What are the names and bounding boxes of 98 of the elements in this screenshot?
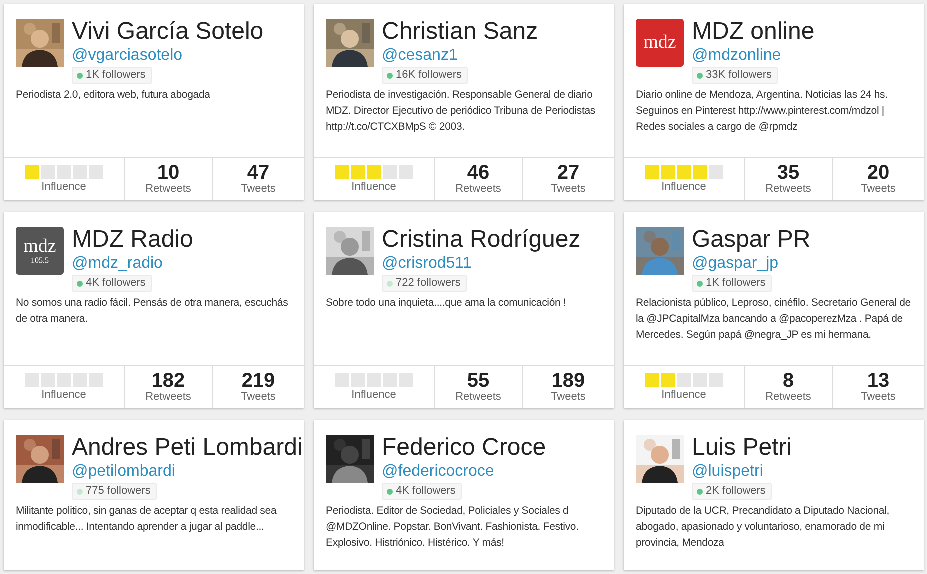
influence-square bbox=[41, 372, 55, 386]
followers-count: 1K followers bbox=[86, 69, 146, 82]
influence-square bbox=[367, 164, 381, 178]
followers-count: 4K followers bbox=[396, 485, 456, 498]
profile-name[interactable]: Vivi García Sotelo bbox=[72, 18, 264, 46]
profile-name[interactable]: Cristina Rodríguez bbox=[382, 226, 581, 254]
profile-name[interactable]: MDZ online bbox=[692, 18, 815, 46]
stat-value: 20 bbox=[867, 162, 890, 182]
influence-square bbox=[661, 164, 675, 178]
stat-value: 10 bbox=[157, 162, 180, 182]
influence-square bbox=[709, 164, 723, 178]
profile-handle[interactable]: @mdz_radio bbox=[72, 254, 163, 274]
influence-square bbox=[709, 372, 723, 386]
followers-count: 722 followers bbox=[396, 277, 461, 290]
profile-bio: Militante politico, sin ganas de aceptar q esta realidad sea inmodificable... Intentando aprender a jugar al paddle... bbox=[15, 504, 278, 535]
influence-square bbox=[693, 164, 707, 178]
stat-value: 35 bbox=[777, 162, 800, 182]
stat-label: Tweets bbox=[551, 390, 586, 404]
influence-square bbox=[677, 164, 691, 178]
stat-value: 47 bbox=[247, 162, 270, 182]
influence-square bbox=[25, 164, 39, 178]
stat-label: Influence bbox=[352, 388, 396, 402]
influence-square bbox=[693, 372, 707, 386]
influence-square bbox=[335, 164, 349, 178]
followers-count: 33K followers bbox=[706, 69, 772, 82]
stat-value: 8 bbox=[782, 370, 794, 390]
profile-name[interactable]: Andres Peti Lombardi bbox=[72, 434, 303, 462]
profile-bio: No somos una radio fácil. Pensás de otra manera, escuchás de otra manera. bbox=[15, 296, 290, 327]
influence-square bbox=[25, 372, 39, 386]
profile-handle[interactable]: @crisrod511 bbox=[382, 254, 472, 274]
profile-bio: Diario online de Mendoza, Argentina. Noticias las 24 hs. Seguinos en Pinterest http://www.pinterest.com/mdzol | Redes sociales a cargo de @rpmdz bbox=[635, 88, 889, 135]
stat-label: Influence bbox=[42, 388, 86, 402]
stat-value: 55 bbox=[467, 370, 490, 390]
profile-name[interactable]: Christian Sanz bbox=[382, 18, 538, 46]
followers-count: 775 followers bbox=[86, 485, 151, 498]
stat-label: Influence bbox=[352, 180, 396, 194]
influence-square bbox=[89, 372, 103, 386]
followers-count: 1K followers bbox=[706, 277, 766, 290]
stat-value: 27 bbox=[557, 162, 580, 182]
followers-count: 16K followers bbox=[396, 69, 462, 82]
stat-label: Retweets bbox=[766, 182, 812, 196]
influence-square bbox=[351, 372, 365, 386]
stat-label: Retweets bbox=[456, 182, 502, 196]
profile-name[interactable]: Luis Petri bbox=[692, 434, 792, 462]
logo: mdz 105.5 bbox=[16, 227, 64, 275]
logo: mdz bbox=[636, 19, 684, 67]
profile-handle[interactable]: @cesanz1 bbox=[382, 46, 458, 66]
stat-value: 219 bbox=[242, 370, 276, 390]
stat-value: 189 bbox=[552, 370, 586, 390]
influence-square bbox=[367, 372, 381, 386]
influence-square bbox=[73, 372, 87, 386]
profile-handle[interactable]: @gaspar_jp bbox=[692, 254, 779, 274]
profile-bio: Sobre todo una inquieta....que ama la comunicación ! bbox=[325, 296, 568, 311]
influence-square bbox=[645, 372, 659, 386]
stat-label: Tweets bbox=[241, 390, 276, 404]
profile-name[interactable]: Gaspar PR bbox=[692, 226, 811, 254]
influence-square bbox=[645, 164, 659, 178]
influence-square bbox=[89, 164, 103, 178]
stat-value: 13 bbox=[867, 370, 890, 390]
stat-label: Influence bbox=[662, 388, 706, 402]
profile-bio: Periodista. Editor de Sociedad, Policiales y Sociales d @MDZOnline. Popstar. BonVivant. Fashionista. Festivo. Explosivo. Histriónico. Histérico. Y más! bbox=[325, 504, 580, 551]
influence-square bbox=[351, 164, 365, 178]
profile-handle[interactable]: @petilombardi bbox=[72, 462, 176, 482]
stat-label: Tweets bbox=[241, 182, 276, 196]
influence-square bbox=[399, 164, 413, 178]
influence-square bbox=[57, 164, 71, 178]
influence-square bbox=[399, 372, 413, 386]
profile-handle[interactable]: @mdzonline bbox=[692, 46, 782, 66]
stat-label: Retweets bbox=[146, 182, 192, 196]
stat-label: Influence bbox=[662, 180, 706, 194]
stat-value: 182 bbox=[152, 370, 186, 390]
stat-label: Retweets bbox=[146, 390, 192, 404]
influence-square bbox=[57, 372, 71, 386]
profile-name[interactable]: Federico Croce bbox=[382, 434, 546, 462]
influence-square bbox=[73, 164, 87, 178]
followers-count: 4K followers bbox=[86, 277, 146, 290]
profile-handle[interactable]: @luispetri bbox=[692, 462, 764, 482]
influence-square bbox=[383, 164, 397, 178]
stat-label: Tweets bbox=[861, 390, 896, 404]
profile-bio: Diputado de la UCR, Precandidato a Diputado Nacional, abogado, apasionado y voluntarioso, enamorado de mi provincia, Mendoza bbox=[635, 504, 891, 551]
stat-label: Tweets bbox=[551, 182, 586, 196]
profile-name[interactable]: MDZ Radio bbox=[72, 226, 194, 254]
stat-value: 46 bbox=[467, 162, 490, 182]
influence-square bbox=[677, 372, 691, 386]
stat-label: Retweets bbox=[456, 390, 502, 404]
profile-bio: Periodista de investigación. Responsable General de diario MDZ. Director Ejecutivo de periódico Tribuna de Periodistas http://t.co/CTCXBMpS © 2003. bbox=[325, 88, 597, 135]
influence-square bbox=[661, 372, 675, 386]
profile-handle[interactable]: @vgarciasotelo bbox=[72, 46, 183, 66]
profile-handle[interactable]: @federicocroce bbox=[382, 462, 494, 482]
stat-label: Tweets bbox=[861, 182, 896, 196]
influence-square bbox=[335, 372, 349, 386]
influence-square bbox=[383, 372, 397, 386]
profile-bio: Relacionista público, Leproso, cinéfilo. Secretario General de la @JPCapitalMza bancando a @pacoperezMza . Papá de Mercedes. Según papá @negra_JP es mi hermana. bbox=[635, 296, 912, 343]
stat-label: Retweets bbox=[766, 390, 812, 404]
profile-bio: Periodista 2.0, editora web, futura abogada bbox=[15, 88, 212, 103]
influence-square bbox=[41, 164, 55, 178]
stat-label: Influence bbox=[42, 180, 86, 194]
followers-count: 2K followers bbox=[706, 485, 766, 498]
